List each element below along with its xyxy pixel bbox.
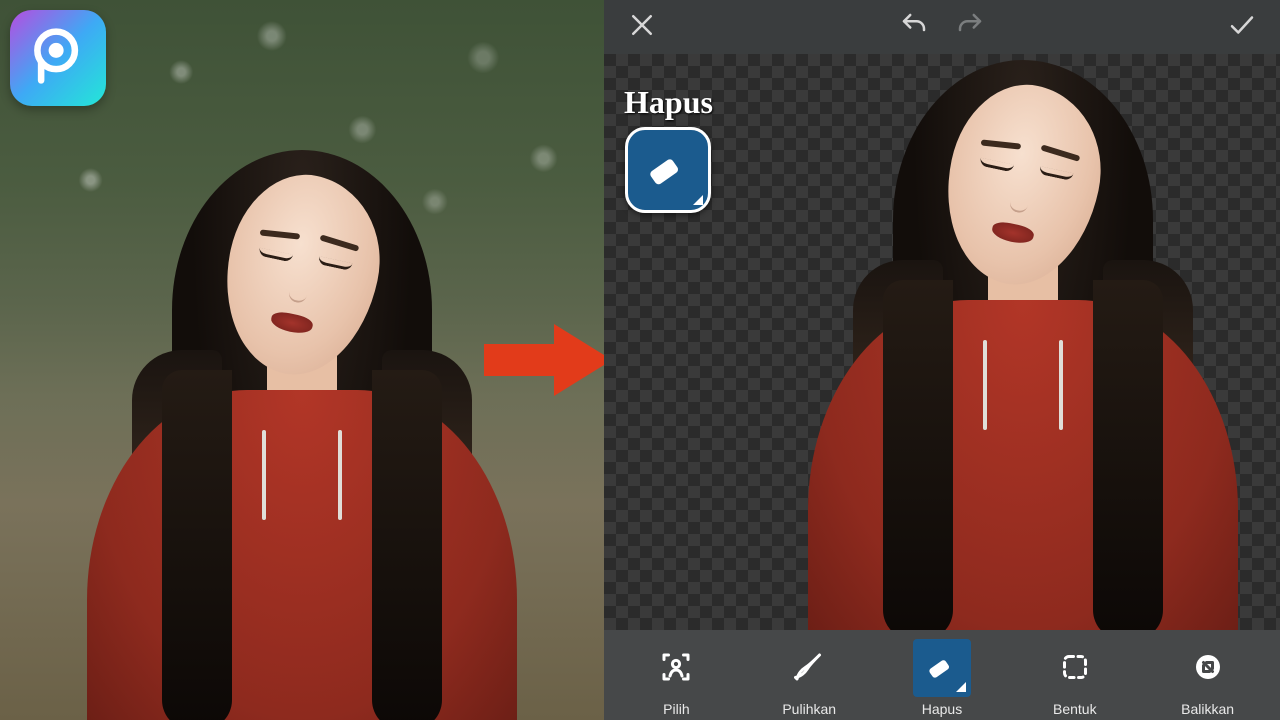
tool-hapus[interactable]: Hapus: [876, 633, 1009, 717]
tool-pilih[interactable]: Pilih: [610, 633, 743, 717]
erase-callout: Hapus: [624, 84, 713, 213]
editor-toolbar: Pilih Pulihkan Hapus: [604, 630, 1280, 720]
redo-button[interactable]: [950, 7, 990, 47]
picsart-logo-icon: [28, 26, 88, 91]
undo-icon: [899, 10, 929, 45]
tool-label: Pulihkan: [782, 701, 836, 717]
erase-callout-icon-box: [625, 127, 711, 213]
brush-icon: [791, 649, 827, 688]
expand-corner-icon: [693, 195, 703, 205]
confirm-button[interactable]: [1222, 7, 1262, 47]
before-image-panel: [0, 0, 604, 720]
editor-topbar: [604, 0, 1280, 54]
select-person-icon: [658, 649, 694, 688]
tool-label: Bentuk: [1053, 701, 1097, 717]
check-icon: [1227, 10, 1257, 45]
erase-callout-label: Hapus: [624, 84, 713, 121]
tool-label: Balikkan: [1181, 701, 1234, 717]
tool-balikkan[interactable]: Balikkan: [1141, 633, 1274, 717]
transition-arrow-icon: [484, 320, 604, 400]
tool-label: Pilih: [663, 701, 689, 717]
redo-icon: [955, 10, 985, 45]
invert-icon: [1190, 649, 1226, 688]
picsart-app-badge: [10, 10, 106, 106]
tool-bentuk[interactable]: Bentuk: [1008, 633, 1141, 717]
before-portrait: [72, 120, 532, 720]
tool-label: Hapus: [922, 701, 962, 717]
after-portrait: [793, 54, 1253, 630]
editor-canvas[interactable]: Hapus: [604, 54, 1280, 630]
eraser-icon: [924, 649, 960, 688]
undo-button[interactable]: [894, 7, 934, 47]
eraser-icon: [645, 145, 691, 196]
close-button[interactable]: [622, 7, 662, 47]
editor-panel: Hapus Pilih: [604, 0, 1280, 720]
expand-corner-icon: [956, 682, 966, 692]
tool-pulihkan[interactable]: Pulihkan: [743, 633, 876, 717]
close-icon: [627, 10, 657, 45]
shape-marquee-icon: [1057, 649, 1093, 688]
